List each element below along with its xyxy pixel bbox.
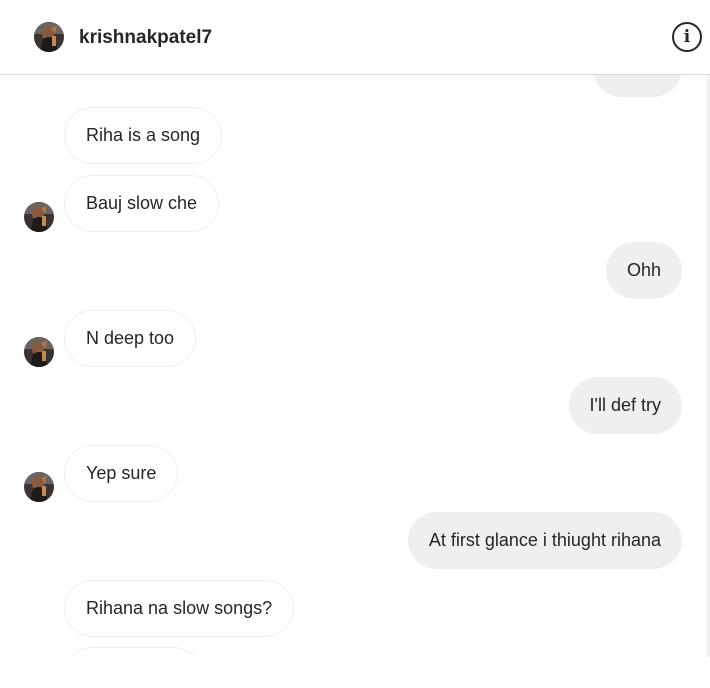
avatar-image bbox=[24, 202, 54, 232]
thread-scrollbar[interactable] bbox=[706, 75, 710, 657]
message-thread[interactable]: Rihaa Riha is a song Bauj slow che Ohh N… bbox=[0, 75, 706, 657]
message-bubble-outgoing: Ohh bbox=[605, 242, 682, 299]
info-icon[interactable]: i bbox=[672, 22, 702, 52]
message-bubble-incoming: Rihana na slow songs? bbox=[64, 580, 295, 637]
message-bubble-incoming: Riha is a song bbox=[64, 107, 223, 164]
message-bubble-outgoing: Rihaa bbox=[592, 75, 682, 97]
message-bubble-outgoing: I'll def try bbox=[568, 377, 682, 434]
message-bubble-incoming bbox=[64, 647, 202, 657]
chat-header: krishnakpatel7 i bbox=[0, 0, 710, 75]
avatar-image bbox=[24, 472, 54, 502]
sender-avatar[interactable] bbox=[24, 202, 54, 232]
info-glyph: i bbox=[683, 26, 691, 47]
profile-avatar[interactable] bbox=[34, 22, 64, 52]
message-bubble-incoming: Bauj slow che bbox=[64, 175, 220, 232]
avatar-image bbox=[34, 22, 64, 52]
sender-avatar[interactable] bbox=[24, 337, 54, 367]
avatar-image bbox=[24, 337, 54, 367]
chat-username[interactable]: krishnakpatel7 bbox=[79, 27, 212, 49]
message-bubble-incoming: N deep too bbox=[64, 310, 197, 367]
message-bubble-incoming: Yep sure bbox=[64, 445, 179, 502]
message-bubble-outgoing: At first glance i thiught rihana bbox=[407, 512, 682, 569]
sender-avatar[interactable] bbox=[24, 472, 54, 502]
